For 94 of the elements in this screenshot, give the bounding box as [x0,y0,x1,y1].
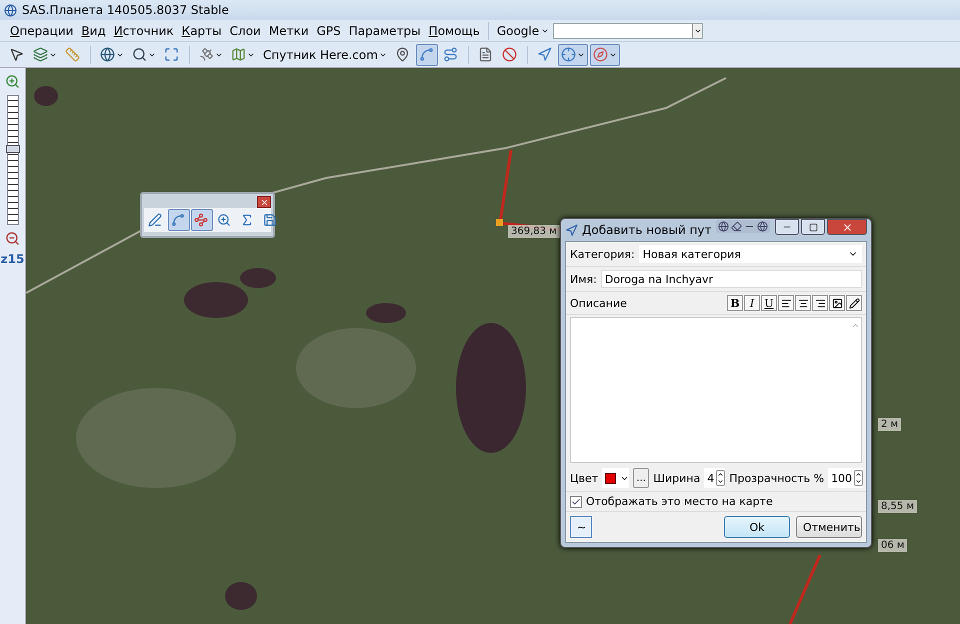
globe-icon [100,47,115,62]
compass-icon [592,47,608,62]
close-button[interactable] [257,196,271,208]
format-button[interactable]: I [744,295,760,311]
zoom-out-icon[interactable] [5,231,20,246]
align-left-button[interactable] [778,295,794,311]
route-icon [442,47,458,62]
close-icon [842,222,852,232]
format-button[interactable]: U [761,295,777,311]
path-tool-button[interactable] [168,209,190,231]
zoom-slider[interactable] [6,95,18,225]
field-label: Имя: [570,272,597,286]
sigma-icon [240,213,254,227]
zoom-slider-thumb[interactable] [6,144,20,153]
layers-icon [33,47,48,62]
field-label: Цвет [570,472,598,484]
align-center-button[interactable] [795,295,811,311]
search-provider-button[interactable]: Google [492,24,554,38]
pen-icon [148,213,162,227]
close-icon [260,198,268,206]
menu-item[interactable]: Слои [226,24,265,38]
map-type-button[interactable]: Спутник Here.com [260,44,390,66]
distance-label: 06 м [878,539,908,552]
crosshair-icon [560,47,576,62]
distance-label: 2 м [878,418,902,431]
align-right-icon [814,298,826,308]
ruler-icon [65,47,80,62]
map-icon [231,47,246,62]
pencil-icon [848,298,860,308]
arrow-icon [536,47,552,62]
menu-item[interactable]: Вид [77,24,110,38]
maximize-icon [808,222,818,232]
menu-item[interactable]: Операции [6,24,78,38]
distance-label: 369,83 м [508,225,560,238]
distance-label: 8,55 м [878,500,917,513]
maximize-button[interactable] [801,219,825,235]
eraser-icon[interactable] [730,221,742,232]
search-icon [132,47,147,62]
opacity-spinbox[interactable]: 100 [828,468,864,488]
mode-button[interactable]: ~ [570,516,592,538]
menu-item[interactable]: GPS [312,24,345,38]
spin-arrows-icon[interactable] [716,470,726,486]
zoom-in-icon[interactable] [5,74,20,89]
check-icon [571,496,581,506]
pointer-icon [9,47,24,62]
search-field[interactable] [553,22,704,38]
globe-icon[interactable] [756,221,768,232]
curve-icon [418,47,434,62]
route-line [788,553,822,624]
spin-arrows-icon[interactable] [854,470,864,486]
checkbox-label: Отображать это место на карте [586,495,773,508]
image-icon [832,298,842,308]
category-dropdown[interactable]: Новая категория [638,245,862,263]
field-label: Описание [570,296,627,310]
menu-item[interactable]: Параметры [344,24,425,38]
format-button[interactable]: B [727,295,743,311]
field-label: Прозрачность % [729,472,824,484]
insert-link-button[interactable] [846,295,862,311]
document-icon [478,47,493,62]
minimize-button[interactable] [775,219,799,235]
menu-item[interactable]: Метки [264,24,313,38]
fullscreen-icon [164,47,179,62]
menu-item[interactable]: Источник [110,24,178,38]
align-right-button[interactable] [812,295,828,311]
insert-image-button[interactable] [829,295,845,311]
width-spinbox[interactable]: 4 [704,468,726,488]
description-field[interactable] [570,317,862,463]
field-label: Ширина [653,472,700,484]
pin-icon [394,47,410,62]
nodes-icon [194,213,208,227]
zoom-in-icon [217,213,231,227]
color-picker[interactable] [602,468,630,488]
align-center-icon [798,298,808,308]
close-button[interactable] [827,219,867,235]
dialog-title: Добавить новый пут [582,223,712,237]
menu-item[interactable]: Помощь [424,24,484,38]
window-title: SAS.Планета 140505.8037 Stable [22,3,229,17]
checkbox[interactable] [570,496,582,508]
dialog-icon [565,224,578,236]
more-colors-button[interactable]: ... [633,468,650,488]
save-icon [263,213,277,227]
field-label: Категория: [570,248,635,260]
app-logo-icon [4,4,17,16]
ok-button[interactable]: Ok [724,516,790,538]
zoom-level-label: z15 [0,252,24,266]
curve-icon [171,213,185,227]
menu-item[interactable]: Карты [178,24,226,38]
globe-icon[interactable] [718,221,729,232]
path-tool-button[interactable] [191,209,213,231]
align-left-icon [780,298,792,308]
name-field[interactable]: Doroga na Inchyavr [600,270,862,288]
prohibited-icon [502,47,517,62]
cancel-button[interactable]: Отменить [796,516,862,538]
satellite-icon [199,47,214,62]
